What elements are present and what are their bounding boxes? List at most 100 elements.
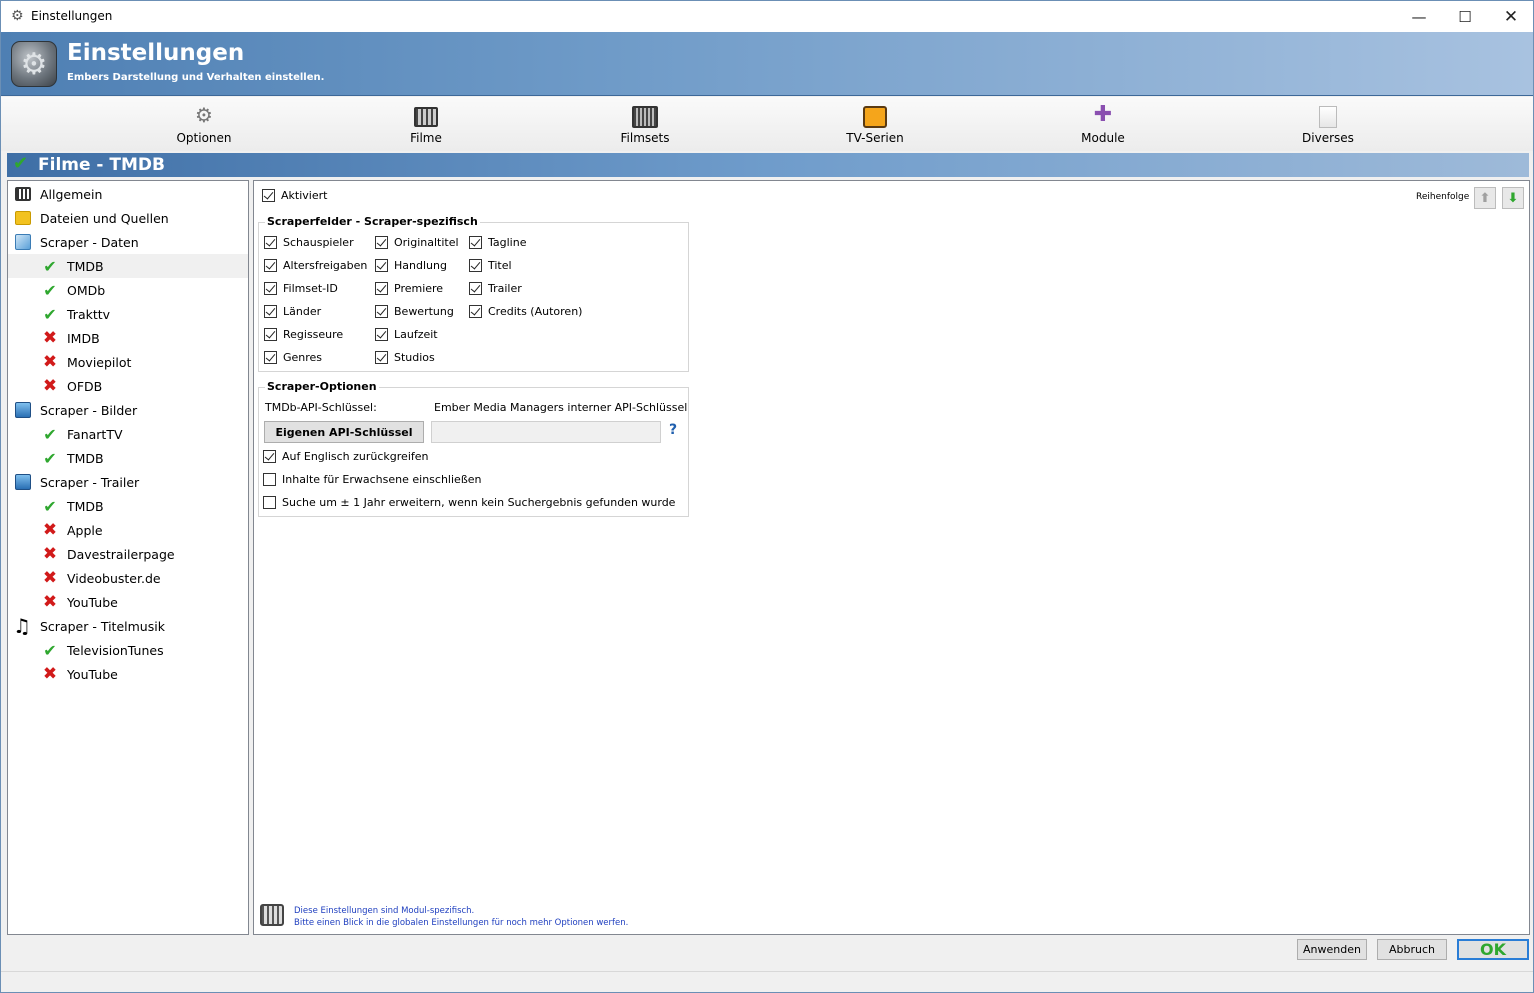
- tree-item-televisiontunes[interactable]: ✔ TelevisionTunes: [8, 638, 248, 662]
- settings-panel: Aktiviert Reihenfolge ⬆ ⬇ Scraperfelder …: [253, 180, 1530, 935]
- field-checkbox[interactable]: Premiere: [375, 282, 443, 295]
- checkbox-box[interactable]: [264, 259, 277, 272]
- tree-item-scraper-daten[interactable]: Scraper - Daten: [8, 230, 248, 254]
- field-checkbox[interactable]: Credits (Autoren): [469, 305, 582, 318]
- tree-item-label: Allgemein: [40, 187, 103, 202]
- footer-note-line2: Bitte einen Blick in die globalen Einste…: [294, 918, 629, 928]
- tree-item-label: TMDB: [67, 499, 104, 514]
- minimize-button[interactable]: —: [1396, 1, 1442, 32]
- cross-icon: ✖: [42, 520, 58, 540]
- field-checkbox[interactable]: Trailer: [469, 282, 522, 295]
- checkbox-box[interactable]: [262, 189, 275, 202]
- toolbar-optionen[interactable]: ⚙ Optionen: [149, 100, 259, 148]
- cancel-button[interactable]: Abbruch: [1377, 939, 1447, 960]
- check-icon: ✔: [43, 256, 57, 276]
- field-checkbox[interactable]: Studios: [375, 351, 435, 364]
- toolbar-filmsets[interactable]: Filmsets: [590, 100, 700, 148]
- field-checkbox[interactable]: Tagline: [469, 236, 526, 249]
- tree-item-youtube-musik[interactable]: ✖ YouTube: [8, 662, 248, 686]
- enabled-checkbox[interactable]: Aktiviert: [262, 189, 327, 202]
- checkbox-box[interactable]: [375, 259, 388, 272]
- tree-item-tmdb-daten[interactable]: ✔ TMDB: [8, 254, 248, 278]
- field-checkbox[interactable]: Regisseure: [264, 328, 343, 341]
- check-icon: ✔: [43, 496, 57, 516]
- checkbox-box[interactable]: [469, 305, 482, 318]
- tree-item-scraper-bilder[interactable]: Scraper - Bilder: [8, 398, 248, 422]
- field-checkbox[interactable]: Schauspieler: [264, 236, 354, 249]
- tree-item-scraper-titelmusik[interactable]: ♫ Scraper - Titelmusik: [8, 614, 248, 638]
- checkbox-label: Bewertung: [394, 305, 454, 318]
- checkbox-box[interactable]: [264, 236, 277, 249]
- order-down-button[interactable]: ⬇: [1502, 187, 1524, 209]
- tree-item-label: Davestrailerpage: [67, 547, 175, 562]
- apply-button[interactable]: Anwenden: [1297, 939, 1367, 960]
- tree-item-fanarttv[interactable]: ✔ FanartTV: [8, 422, 248, 446]
- film-icon: [260, 904, 284, 926]
- checkbox-box[interactable]: [263, 496, 276, 509]
- field-checkbox[interactable]: Handlung: [375, 259, 447, 272]
- toolbar-label: Filme: [410, 131, 442, 145]
- tree-item-tmdb-trailer[interactable]: ✔ TMDB: [8, 494, 248, 518]
- field-checkbox[interactable]: Titel: [469, 259, 512, 272]
- tree-item-label: Scraper - Bilder: [40, 403, 138, 418]
- header-banner: ⚙ Einstellungen Embers Darstellung und V…: [1, 32, 1533, 96]
- checkbox-label: Aktiviert: [281, 189, 328, 202]
- checkbox-box[interactable]: [264, 351, 277, 364]
- tree-item-imdb[interactable]: ✖ IMDB: [8, 326, 248, 350]
- checkbox-box[interactable]: [375, 282, 388, 295]
- close-button[interactable]: ✕: [1488, 1, 1534, 32]
- toolbar-diverses[interactable]: Diverses: [1273, 100, 1383, 148]
- toolbar-tv-serien[interactable]: TV-Serien: [820, 100, 930, 148]
- checkbox-box[interactable]: [469, 282, 482, 295]
- checkbox-box[interactable]: [375, 328, 388, 341]
- adult-content-checkbox[interactable]: Inhalte für Erwachsene einschließen: [263, 473, 481, 486]
- checkbox-box[interactable]: [469, 259, 482, 272]
- tree-item-allgemein[interactable]: Allgemein: [8, 182, 248, 206]
- checkbox-label: Premiere: [394, 282, 444, 295]
- checkbox-box[interactable]: [263, 473, 276, 486]
- checkbox-label: Inhalte für Erwachsene einschließen: [282, 473, 482, 486]
- search-year-checkbox[interactable]: Suche um ± 1 Jahr erweitern, wenn kein S…: [263, 496, 675, 509]
- field-checkbox[interactable]: Länder: [264, 305, 321, 318]
- checkbox-box[interactable]: [264, 282, 277, 295]
- field-checkbox[interactable]: Filmset-ID: [264, 282, 338, 295]
- field-checkbox[interactable]: Laufzeit: [375, 328, 438, 341]
- window-title: Einstellungen: [31, 9, 113, 23]
- checkbox-box[interactable]: [264, 305, 277, 318]
- toolbar-module[interactable]: ✚ Module: [1048, 100, 1158, 148]
- tree-item-youtube-trailer[interactable]: ✖ YouTube: [8, 590, 248, 614]
- field-checkbox[interactable]: Bewertung: [375, 305, 454, 318]
- tree-item-ofdb[interactable]: ✖ OFDB: [8, 374, 248, 398]
- checkbox-label: Schauspieler: [283, 236, 354, 249]
- api-key-input[interactable]: [431, 421, 661, 443]
- maximize-button[interactable]: ☐: [1442, 1, 1488, 32]
- field-checkbox[interactable]: Originaltitel: [375, 236, 459, 249]
- tree-item-moviepilot[interactable]: ✖ Moviepilot: [8, 350, 248, 374]
- tree-item-scraper-trailer[interactable]: Scraper - Trailer: [8, 470, 248, 494]
- field-checkbox[interactable]: Altersfreigaben: [264, 259, 367, 272]
- order-up-button[interactable]: ⬆: [1474, 187, 1496, 209]
- tree-item-tmdb-bilder[interactable]: ✔ TMDB: [8, 446, 248, 470]
- settings-logo-icon: ⚙: [11, 41, 57, 87]
- tree-item-trakttv[interactable]: ✔ Trakttv: [8, 302, 248, 326]
- own-api-key-button[interactable]: Eigenen API-Schlüssel: [264, 421, 424, 443]
- help-icon[interactable]: ?: [669, 422, 677, 438]
- checkbox-box[interactable]: [263, 450, 276, 463]
- ok-button[interactable]: OK: [1457, 939, 1529, 960]
- tree-item-davestrailerpage[interactable]: ✖ Davestrailerpage: [8, 542, 248, 566]
- group-title: Scraper-Optionen: [265, 380, 379, 393]
- tree-item-omdb[interactable]: ✔ OMDb: [8, 278, 248, 302]
- fallback-english-checkbox[interactable]: Auf Englisch zurückgreifen: [263, 450, 429, 463]
- checkbox-box[interactable]: [375, 351, 388, 364]
- tree-item-dateien[interactable]: Dateien und Quellen: [8, 206, 248, 230]
- checkbox-label: Handlung: [394, 259, 447, 272]
- field-checkbox[interactable]: Genres: [264, 351, 322, 364]
- checkbox-label: Tagline: [488, 236, 527, 249]
- checkbox-box[interactable]: [469, 236, 482, 249]
- tree-item-videobuster[interactable]: ✖ Videobuster.de: [8, 566, 248, 590]
- checkbox-box[interactable]: [375, 305, 388, 318]
- checkbox-box[interactable]: [264, 328, 277, 341]
- checkbox-box[interactable]: [375, 236, 388, 249]
- tree-item-apple[interactable]: ✖ Apple: [8, 518, 248, 542]
- toolbar-filme[interactable]: Filme: [371, 100, 481, 148]
